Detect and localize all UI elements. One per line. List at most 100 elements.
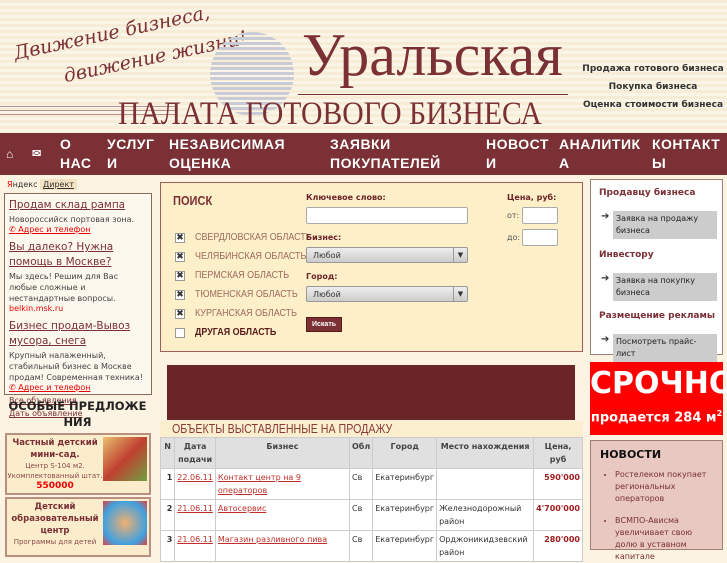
table-row: 1 22.06.11 Контакт центр на 9 операторов Св… [159,468,583,500]
region-checkbox[interactable]: ✖ [175,252,185,262]
ad-contact-link[interactable]: ✆ Адрес и телефон [9,225,147,234]
region-checkbox[interactable]: ✖ [175,233,185,243]
objects-title: ОБЪЕКТЫ ВЫСТАВЛЕННЫЕ НА ПРОДАЖУ [160,421,583,437]
offer-photo [103,501,147,545]
link-valuation[interactable]: Оценка стоимости бизнеса [578,100,727,110]
sell-request-link[interactable]: Заявка на продажу бизнеса [613,211,717,239]
business-link[interactable]: Автосервис [218,504,266,513]
news-item[interactable]: Ростелеком покупает региональных операто… [615,469,716,505]
main-nav: ⌂ ✉ О НАС УСЛУГ И НЕЗАВИСИМАЯ ОЦЕНКА ЗАЯВКИ… [0,133,727,175]
table-cell: Екатеринбург [372,499,438,531]
nav-buyer-requests[interactable]: ЗАЯВКИ ПОКУПАТЕЛЕЙ [330,135,441,173]
offer-card[interactable]: Детский образовательный центр Программы … [5,497,151,557]
business-link[interactable]: Магазин разливного пива [218,535,327,544]
urgent-text: продается 284 м2 [590,409,723,426]
news-item[interactable]: ВСМПО-Ависма увеличивает свою долю в уст… [615,515,716,563]
yandex-direct-label: Яндекс Директ [7,179,77,190]
chevron-down-icon: ▼ [453,248,467,262]
table-cell: 3 [159,530,176,562]
nav-contacts[interactable]: КОНТАКТ Ы [652,135,720,173]
region-checkbox[interactable]: ✖ [175,271,185,281]
table-row: 2 21.06.11 Автосервис Св Екатеринбург Железно… [159,499,583,531]
header: Движение бизнеса, движение жизни! Уральс… [0,0,727,133]
date-link[interactable]: 22.06.11 [177,473,213,482]
phone-icon: ✆ [9,383,16,392]
table-cell: Св [348,499,374,531]
business-label: Бизнес: [306,233,342,242]
mail-icon[interactable]: ✉ [32,145,42,164]
column-header: N [159,437,176,469]
table-cell: 4'700'000 [533,499,583,531]
section-title: Продавцу бизнеса [599,188,696,198]
arrow-right-icon: ➔ [601,334,610,345]
keyword-input[interactable] [306,207,468,224]
search-title: ПОИСК [173,193,213,208]
ad-title[interactable]: Бизнес продам-Вывоз мусора, снега [9,319,147,349]
offer-title: Частный детский мини-сад. [12,438,98,460]
date-link[interactable]: 21.06.11 [177,504,213,513]
ad-url[interactable]: belkin.msk.ru [9,304,147,313]
nav-about[interactable]: О НАС [60,135,91,173]
table-cell: 21.06.11 [174,499,216,531]
table-cell: Магазин разливного пива [214,530,351,562]
section-title: Инвестору [599,250,654,260]
column-header: Цена, руб [533,437,583,469]
date-link[interactable]: 21.06.11 [177,535,213,544]
price-from-input[interactable] [522,207,558,224]
ad-text: Новороссийск портовая зона. [9,215,135,224]
region-checkbox[interactable]: ✖ [175,290,185,300]
brand-subtitle: ПАЛАТА ГОТОВОГО БИЗНЕСА [118,96,542,132]
ad-text: Крупный налаженный, стабильный бизнес в … [9,351,143,382]
table-cell: 21.06.11 [174,530,216,562]
region-label[interactable]: ПЕРМСКАЯ ОБЛАСТЬ [195,269,289,281]
link-buy-business[interactable]: Покупка бизнеса [578,82,727,92]
ad-text: Мы здесь! Решим для Вас любые сложные и … [9,272,118,303]
offer-price: 550000 [36,481,74,491]
region-label[interactable]: ДРУГАЯ ОБЛАСТЬ [195,326,276,338]
ad-contact-link[interactable]: ✆ Адрес и телефон [9,383,147,392]
price-to-input[interactable] [522,229,558,246]
urgent-banner[interactable]: СРОЧНО продается 284 м2 [590,362,727,435]
yandex-label[interactable]: Яндекс [7,180,37,189]
table-cell: Екатеринбург [372,530,438,562]
region-label[interactable]: КУРГАНСКАЯ ОБЛАСТЬ [195,307,297,319]
column-header: Город [372,437,438,469]
table-cell [436,468,535,500]
buy-request-link[interactable]: Заявка на покупку бизнеса [613,273,717,301]
column-header: Дата подачи [174,437,216,469]
table-cell: Контакт центр на 9 операторов [214,468,351,500]
offer-text: Центр S-104 м2. Укомплектованный штат. [7,462,103,480]
table-cell: 280'000 [533,530,583,562]
region-label[interactable]: ЧЕЛЯБИНСКАЯ ОБЛАСТЬ [195,250,306,262]
divider [298,94,568,95]
direct-link[interactable]: Директ [40,179,77,190]
link-sell-business[interactable]: Продажа готового бизнеса [578,64,727,74]
phone-icon: ✆ [9,225,16,234]
nav-services[interactable]: УСЛУГ И [107,135,154,173]
region-checkbox[interactable]: ✖ [175,309,185,319]
city-select[interactable]: Любой ▼ [306,286,468,302]
table-cell: 22.06.11 [174,468,216,500]
offer-card[interactable]: Частный детский мини-сад. Центр S-104 м2… [5,433,151,495]
ad-title[interactable]: Вы далеко? Нужна помощь в Москве? [9,240,147,270]
news-title: НОВОСТИ [600,448,662,461]
table-cell: Св [348,468,374,500]
nav-valuation[interactable]: НЕЗАВИСИМАЯ ОЦЕНКА [169,135,285,173]
region-checkbox[interactable] [175,328,185,338]
price-list-link[interactable]: Посмотреть прайс-лист [613,334,717,362]
brand-name: Уральская [302,22,563,88]
table-cell: 1 [159,468,176,500]
home-icon[interactable]: ⌂ [6,145,14,164]
search-button[interactable]: Искать [306,317,343,332]
business-link[interactable]: Контакт центр на 9 операторов [218,473,301,495]
table-cell: 2 [159,499,176,531]
nav-analytics[interactable]: АНАЛИТИК А [559,135,641,173]
region-label[interactable]: ТЮМЕНСКАЯ ОБЛАСТЬ [195,288,298,300]
business-select[interactable]: Любой ▼ [306,247,468,263]
price-from-label: от: [507,211,520,220]
nav-news[interactable]: НОВОСТ И [486,135,549,173]
region-label[interactable]: СВЕРДЛОВСКАЯ ОБЛАСТЬ [195,231,312,243]
ad-title[interactable]: Продам склад рампа [9,198,147,213]
column-header: Место нахождения [436,437,535,469]
table-cell: 590'000 [533,468,583,500]
